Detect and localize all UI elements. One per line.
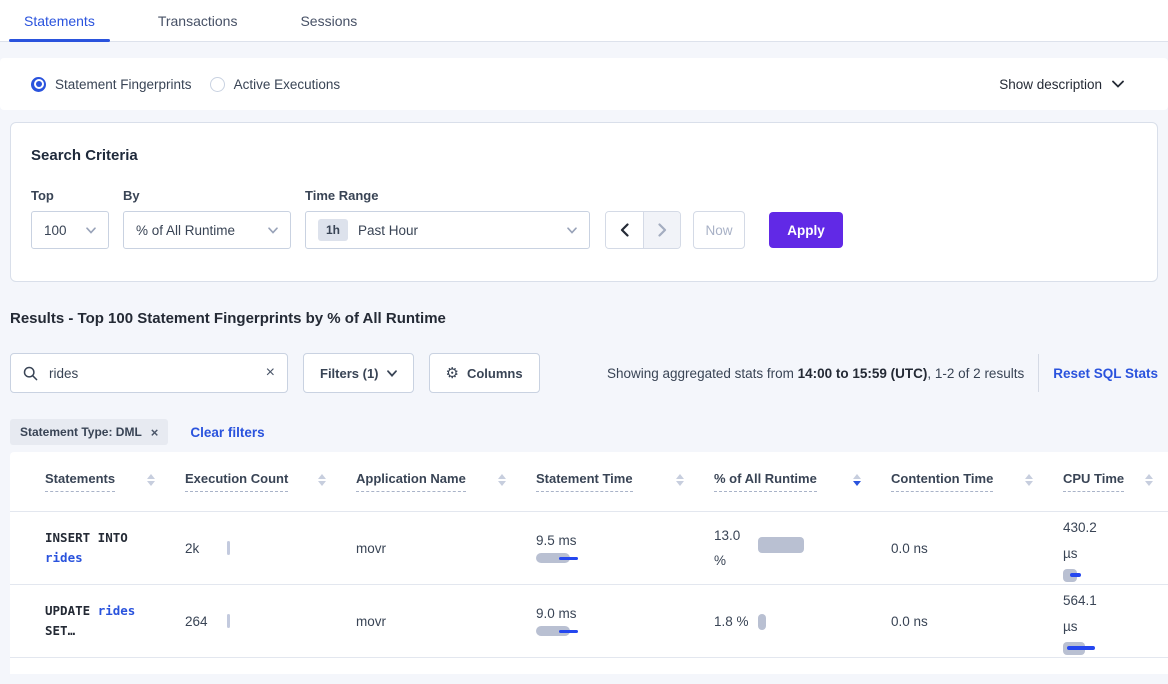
- statement-link[interactable]: rides: [98, 603, 136, 618]
- sort-icon[interactable]: [676, 474, 684, 486]
- cpu-time-cell: 430.2 µs: [1063, 515, 1168, 582]
- search-input[interactable]: [47, 365, 266, 382]
- table-row: INSERT INTO rides 2k movr 9.5 ms 13.0 % …: [10, 512, 1168, 585]
- radio-selected-icon: [31, 77, 46, 92]
- time-range-value: Past Hour: [358, 223, 418, 238]
- statement-time-bar: [536, 626, 580, 636]
- application-name-cell: movr: [356, 541, 386, 556]
- chevron-down-icon: [268, 227, 278, 234]
- show-description-toggle[interactable]: Show description: [999, 77, 1124, 92]
- statement-time-cell: 9.5 ms: [536, 533, 714, 563]
- chevron-right-icon: [658, 223, 667, 237]
- time-range-label: Time Range: [305, 188, 590, 203]
- time-range-badge: 1h: [318, 219, 348, 241]
- time-nav-group: [605, 211, 681, 249]
- statement-time-cell: 9.0 ms: [536, 606, 714, 636]
- radio-label: Active Executions: [234, 77, 341, 92]
- radio-statement-fingerprints[interactable]: Statement Fingerprints: [31, 77, 192, 92]
- application-name-cell: movr: [356, 614, 386, 629]
- contention-time-cell: 0.0 ns: [891, 541, 928, 556]
- columns-label: Columns: [467, 366, 523, 381]
- column-header-cpu-time[interactable]: CPU Time: [1063, 471, 1168, 492]
- radio-unselected-icon: [210, 77, 225, 92]
- now-button[interactable]: Now: [693, 211, 745, 249]
- filter-pills-row: Statement Type: DML × Clear filters: [10, 419, 1158, 445]
- time-range-select[interactable]: 1h Past Hour: [305, 211, 590, 249]
- sort-icon[interactable]: [147, 474, 155, 486]
- column-header-application-name[interactable]: Application Name: [356, 471, 536, 492]
- runtime-pct-bar: [758, 614, 766, 630]
- sort-icon[interactable]: [1025, 474, 1033, 486]
- tab-sessions[interactable]: Sessions: [285, 0, 372, 41]
- by-select-value: % of All Runtime: [136, 223, 235, 238]
- statement-time-bar: [536, 553, 580, 563]
- sort-desc-icon[interactable]: [853, 474, 861, 486]
- page-tabbar: Statements Transactions Sessions: [0, 0, 1168, 42]
- filters-label: Filters (1): [320, 366, 379, 381]
- time-prev-button[interactable]: [606, 212, 643, 248]
- cpu-time-bar: [1063, 642, 1168, 655]
- chevron-down-icon: [567, 227, 577, 234]
- pill-remove-icon[interactable]: ×: [151, 426, 159, 439]
- search-criteria-title: Search Criteria: [31, 147, 1137, 164]
- chevron-down-icon: [86, 227, 96, 234]
- filter-pill-statement-type[interactable]: Statement Type: DML ×: [10, 419, 168, 445]
- reset-sql-stats-link[interactable]: Reset SQL Stats: [1053, 366, 1158, 381]
- column-header-pct-all-runtime[interactable]: % of All Runtime: [714, 471, 891, 492]
- tab-statements[interactable]: Statements: [9, 0, 110, 41]
- tab-transactions[interactable]: Transactions: [143, 0, 253, 41]
- show-description-label: Show description: [999, 77, 1102, 92]
- cpu-time-bar: [1063, 569, 1168, 582]
- runtime-pct-cell: 1.8 %: [714, 609, 891, 634]
- view-toggle-row: Statement Fingerprints Active Executions…: [0, 58, 1168, 110]
- statement-link[interactable]: rides: [45, 550, 83, 565]
- by-label: By: [123, 188, 291, 203]
- execution-count-cell: 264: [185, 614, 356, 629]
- vertical-divider: [1038, 354, 1039, 392]
- results-controls-row: × Filters (1) ⚙ Columns Showing aggregat…: [10, 353, 1158, 393]
- apply-button[interactable]: Apply: [769, 212, 843, 248]
- by-select[interactable]: % of All Runtime: [123, 211, 291, 249]
- statement-search-box: ×: [10, 353, 288, 393]
- results-heading: Results - Top 100 Statement Fingerprints…: [10, 310, 1158, 327]
- top-select-value: 100: [44, 223, 67, 238]
- gear-icon: ⚙: [446, 364, 459, 382]
- columns-button[interactable]: ⚙ Columns: [429, 353, 540, 393]
- column-header-execution-count[interactable]: Execution Count: [185, 471, 356, 492]
- radio-label: Statement Fingerprints: [55, 77, 192, 92]
- column-header-contention-time[interactable]: Contention Time: [891, 471, 1063, 492]
- execution-count-cell: 2k: [185, 541, 356, 556]
- filter-pill-label: Statement Type: DML: [20, 425, 142, 439]
- execution-count-bar: [227, 614, 230, 628]
- showing-stats-text: Showing aggregated stats from 14:00 to 1…: [607, 366, 1024, 381]
- radio-active-executions[interactable]: Active Executions: [210, 77, 341, 92]
- execution-count-bar: [227, 541, 230, 555]
- runtime-pct-bar: [758, 537, 804, 553]
- table-footer: [10, 658, 1168, 674]
- sort-icon[interactable]: [1145, 474, 1153, 486]
- chevron-down-icon: [1112, 80, 1124, 88]
- table-row: UPDATE rides SET… 264 movr 9.0 ms 1.8 % …: [10, 585, 1168, 658]
- cpu-time-cell: 564.1 µs: [1063, 588, 1168, 655]
- time-next-button[interactable]: [643, 212, 680, 248]
- statement-fingerprint: INSERT INTO rides: [45, 528, 161, 568]
- clear-filters-link[interactable]: Clear filters: [190, 425, 264, 440]
- runtime-pct-cell: 13.0 %: [714, 523, 891, 573]
- column-header-statements[interactable]: Statements: [45, 471, 185, 492]
- search-criteria-panel: Search Criteria Top 100 By % of All Runt…: [10, 122, 1158, 282]
- search-clear-icon[interactable]: ×: [266, 365, 275, 381]
- sort-icon[interactable]: [318, 474, 326, 486]
- column-header-statement-time[interactable]: Statement Time: [536, 471, 714, 492]
- contention-time-cell: 0.0 ns: [891, 614, 928, 629]
- top-label: Top: [31, 188, 109, 203]
- chevron-down-icon: [387, 370, 397, 377]
- chevron-left-icon: [620, 223, 629, 237]
- top-select[interactable]: 100: [31, 211, 109, 249]
- table-header-row: Statements Execution Count Application N…: [10, 452, 1168, 512]
- filters-button[interactable]: Filters (1): [303, 353, 414, 393]
- statement-fingerprint: UPDATE rides SET…: [45, 601, 161, 641]
- search-icon: [23, 366, 38, 381]
- sort-icon[interactable]: [498, 474, 506, 486]
- statements-table: Statements Execution Count Application N…: [10, 452, 1168, 674]
